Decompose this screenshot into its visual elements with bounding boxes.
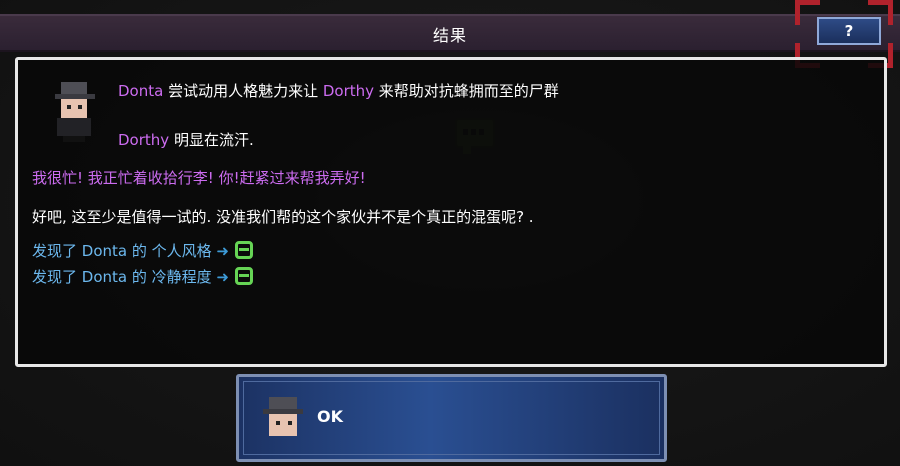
discovery-name: Donta [81,242,128,260]
title-bar: 结果 [0,14,900,52]
discovery-trait: 的 个人风格 [127,242,212,260]
actor-name: Donta [118,82,164,100]
arrow-right-icon: ➜ [216,268,229,286]
green-face-icon [235,241,253,259]
dialog-text: 明显在流汗. [169,131,254,149]
dialog-text: 尝试动用人格魅力来让 [163,82,323,100]
green-face-icon [235,267,253,285]
target-name: Dorthy [322,82,375,100]
dialog-line-2: Dorthy 明显在流汗. [118,129,254,150]
ok-button-inner [243,381,660,455]
discovery-trait: 的 冷静程度 [127,268,212,286]
discovery-item: 发现了 Donta 的 冷静程度 ➜ [32,266,253,287]
arrow-right-icon: ➜ [216,242,229,260]
result-panel: Donta 尝试动用人格魅力来让 Dorthy 来帮助对抗蜂拥而至的尸群 Dor… [15,57,887,367]
actor-name: Dorthy [118,131,170,149]
window-title: 结果 [432,26,467,45]
discovery-name: Donta [81,268,128,286]
dialog-text: 来帮助对抗蜂拥而至的尸群 [374,82,559,100]
discovery-prefix: 发现了 [32,268,82,286]
help-button[interactable]: ? [817,17,881,45]
ok-button-label: OK [317,407,343,426]
donta-portrait [51,80,99,142]
ok-button[interactable]: OK [236,374,667,462]
discovery-item: 发现了 Donta 的 个人风格 ➜ [32,240,253,261]
quote-line: 我很忙! 我正忙着收拾行李! 你!赶紧过来帮我弄好! [32,169,366,187]
dialog-line-1: Donta 尝试动用人格魅力来让 Dorthy 来帮助对抗蜂拥而至的尸群 [118,80,559,101]
discovery-prefix: 发现了 [32,242,82,260]
narration-line: 好吧, 这至少是值得一试的. 没准我们帮的这个家伙并不是个真正的混蛋呢? . [32,208,534,226]
character-portrait-icon [261,397,305,441]
